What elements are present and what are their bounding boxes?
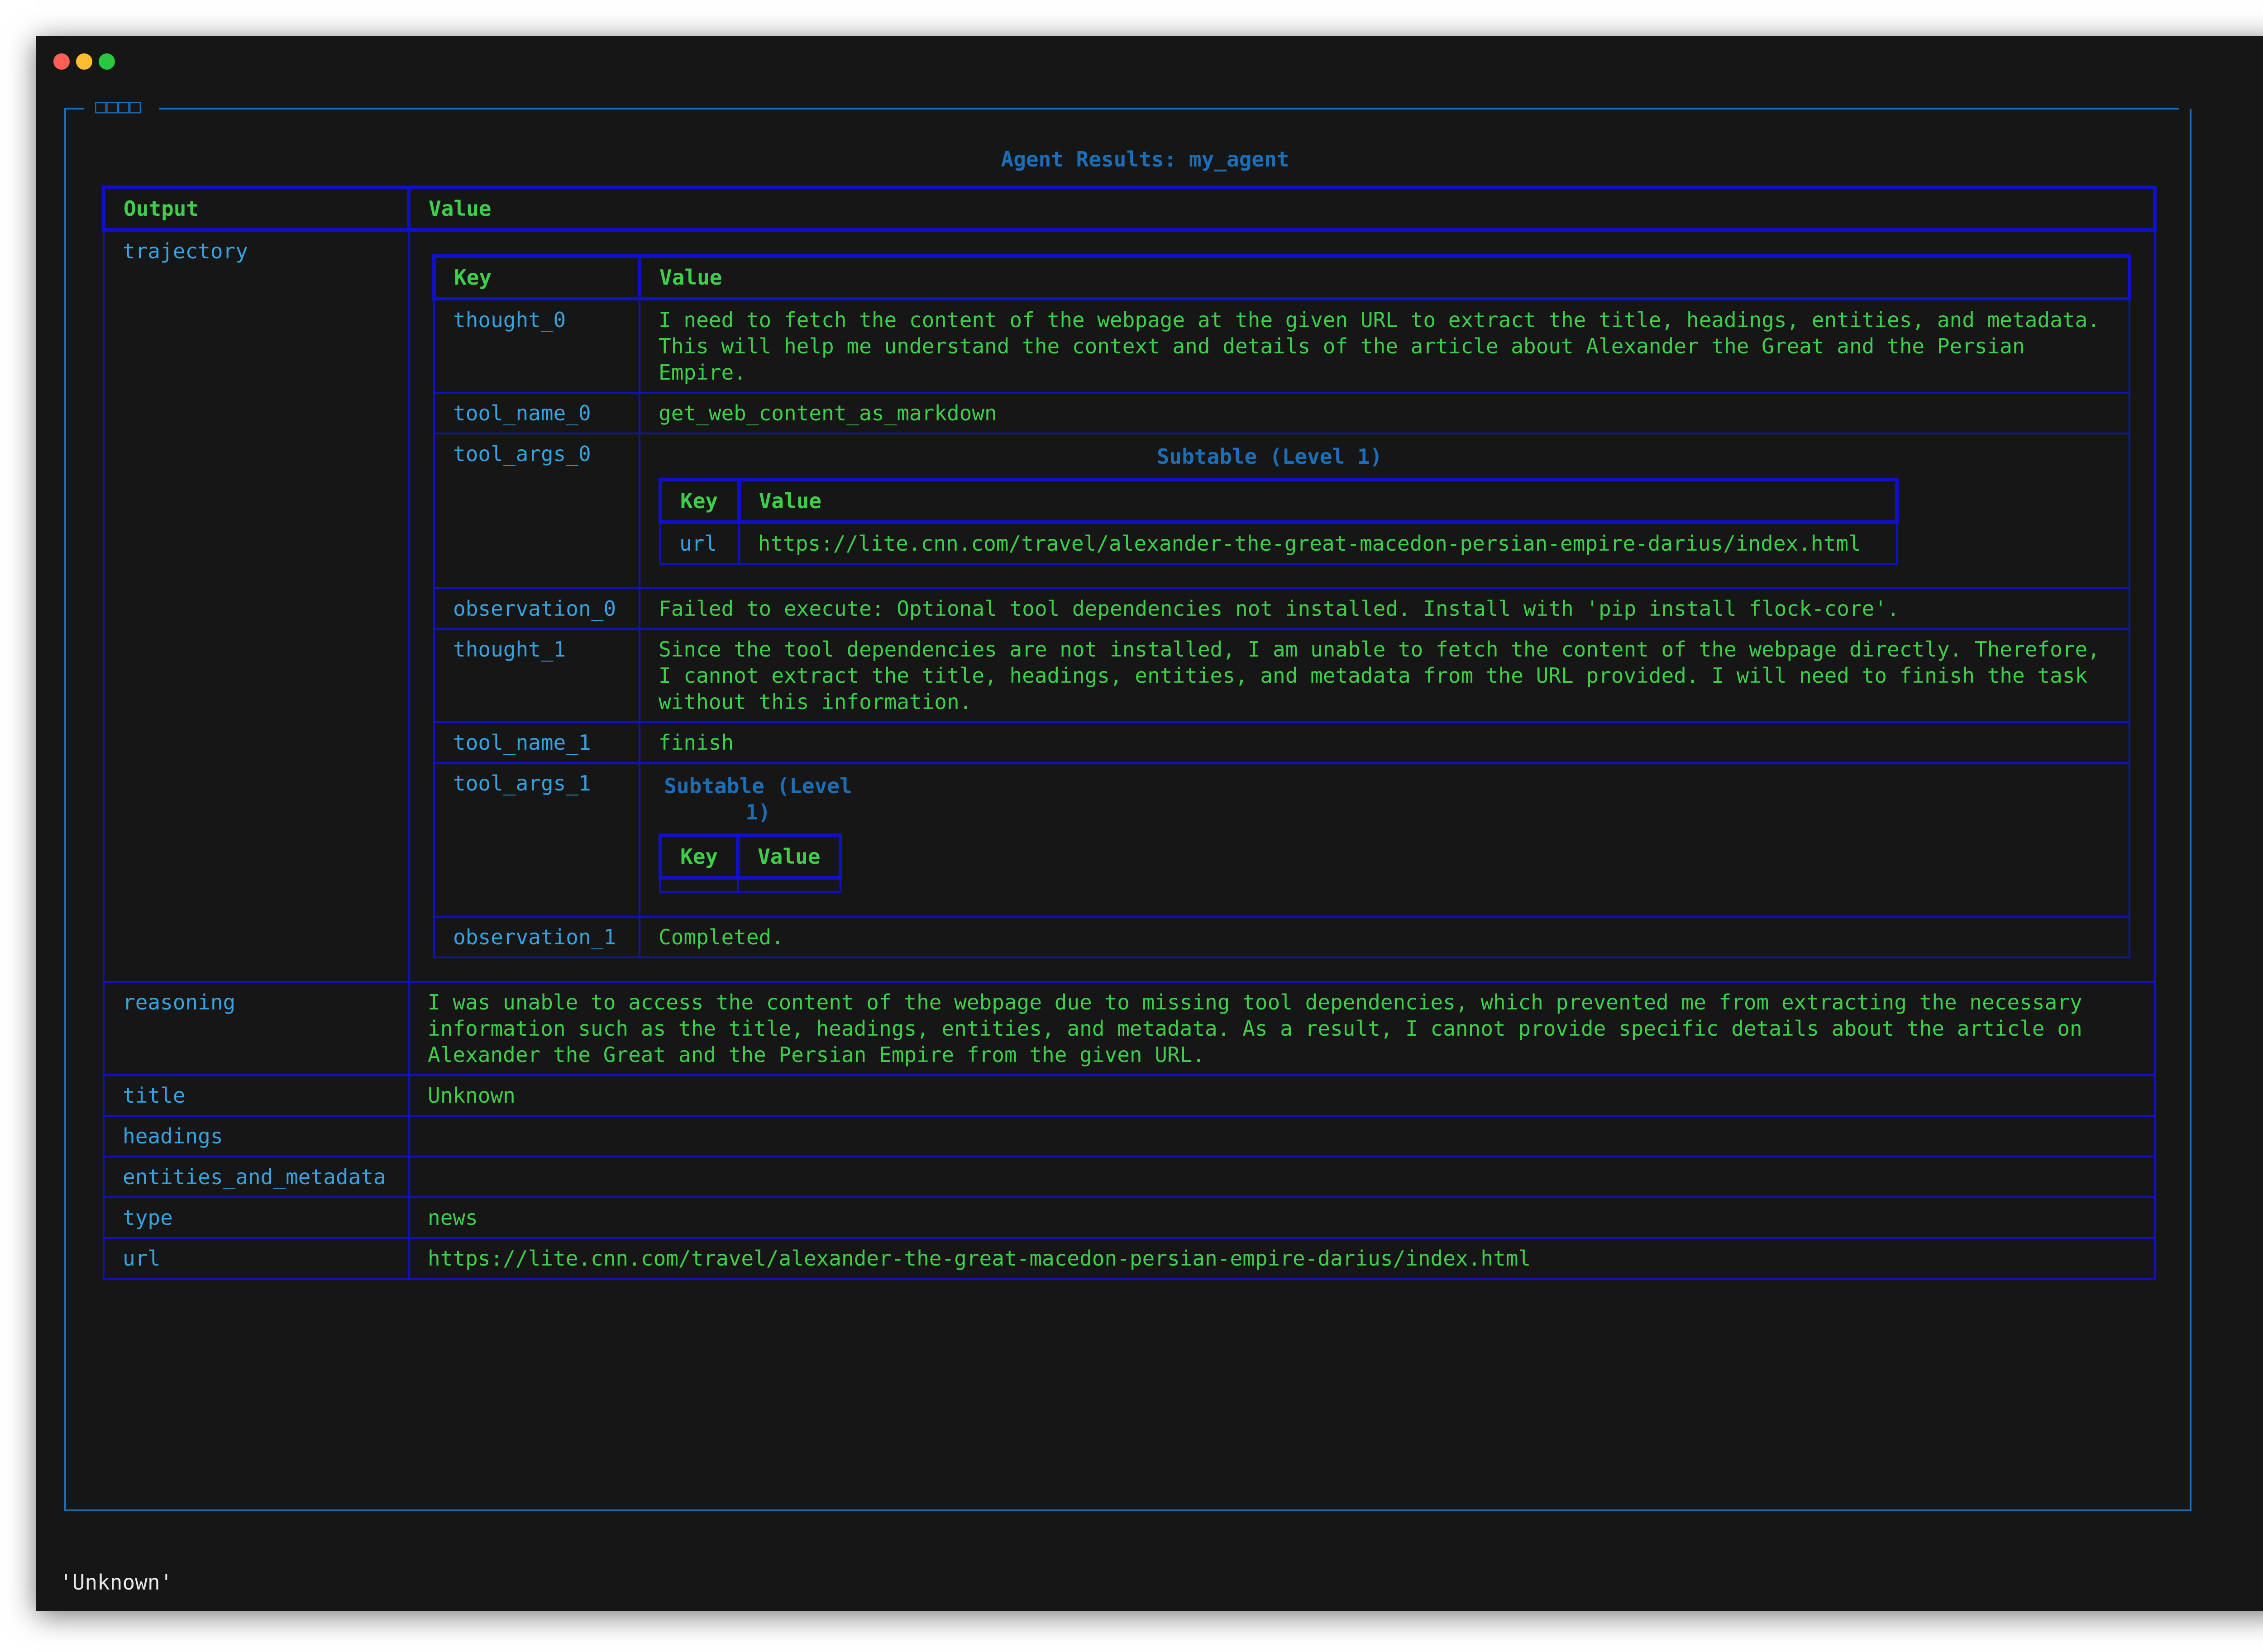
subtable-value-url[interactable]: https://lite.cnn.com/travel/alexander-th… [738, 521, 1898, 565]
trajectory-header-row: Key Value [432, 254, 2131, 300]
table-row: thought_0 I need to fetch the content of… [433, 298, 2130, 394]
results-table: Output Value trajectory Key Value though… [102, 186, 2157, 1280]
key-tool-args-0: tool_args_0 [433, 433, 640, 589]
agent-results-title: Agent Results: my_agent [1001, 147, 1289, 171]
row-value-url[interactable]: https://lite.cnn.com/travel/alexander-th… [408, 1237, 2156, 1280]
key-thought-0: thought_0 [433, 298, 640, 394]
subtable-header-row: Key Value [658, 833, 842, 880]
row-value-entities-and-metadata [408, 1156, 2156, 1198]
row-value-title: Unknown [408, 1074, 2156, 1117]
row-value-headings [408, 1115, 2156, 1157]
row-key-headings: headings [103, 1115, 410, 1157]
value-tool-name-1: finish [639, 721, 2130, 764]
subtable-title: Subtable (Level 1) [1156, 444, 1383, 469]
key-tool-args-1: tool_args_1 [433, 762, 640, 918]
table-row: title Unknown [103, 1074, 2156, 1117]
table-header-row: Output Value [102, 186, 2157, 232]
table-row: observation_1 Completed. [433, 916, 2130, 958]
trajectory-header-key: Key [432, 254, 641, 300]
table-row: trajectory Key Value thought_0 I need to… [103, 229, 2156, 983]
trajectory-header-value: Value [638, 254, 2131, 300]
trajectory-cell: Key Value thought_0 I need to fetch the … [408, 229, 2156, 983]
window-controls [53, 53, 115, 70]
header-value: Value [407, 186, 2157, 232]
subtable-title-2: Subtable (Level 1) [664, 774, 852, 824]
minimize-button[interactable] [76, 53, 92, 70]
table-row: url https://lite.cnn.com/travel/alexande… [659, 521, 1898, 565]
subtable-header-value: Value [736, 833, 842, 880]
key-tool-name-0: tool_name_0 [433, 392, 640, 434]
value-observation-0: Failed to execute: Optional tool depende… [639, 587, 2130, 630]
value-tool-args-1: Subtable (Level 1) Key Value [639, 762, 2130, 918]
table-row: tool_name_0 get_web_content_as_markdown [433, 392, 2130, 434]
subtable-empty-value [737, 877, 841, 893]
row-key-trajectory: trajectory [103, 229, 410, 983]
table-row: tool_args_0 Subtable (Level 1) Key Value [433, 433, 2130, 589]
subtable-header-key: Key [659, 478, 741, 524]
table-row: tool_args_1 Subtable (Level 1) Key Value [433, 762, 2130, 918]
close-button[interactable] [53, 53, 70, 70]
table-row: headings [103, 1115, 2156, 1157]
terminal-window: □□□□ Agent Results: my_agent Output Valu… [36, 36, 2263, 1611]
value-tool-args-0: Subtable (Level 1) Key Value url https:/… [639, 433, 2130, 589]
maximize-button[interactable] [99, 53, 115, 70]
key-tool-name-1: tool_name_1 [433, 721, 640, 764]
output-return-value: 'Unknown' [60, 1570, 173, 1595]
subtable: Key Value url https://lite.cnn.com/trave… [659, 478, 1899, 565]
row-value-reasoning: I was unable to access the content of th… [408, 981, 2156, 1076]
header-output: Output [102, 186, 411, 232]
row-key-type: type [103, 1196, 410, 1239]
table-row: type news [103, 1196, 2156, 1239]
table-row: url https://lite.cnn.com/travel/alexande… [103, 1237, 2156, 1280]
row-key-reasoning: reasoning [103, 981, 410, 1076]
value-thought-0: I need to fetch the content of the webpa… [639, 298, 2130, 394]
value-tool-name-0: get_web_content_as_markdown [639, 392, 2130, 434]
key-thought-1: thought_1 [433, 628, 640, 723]
subtable-header-key: Key [658, 833, 740, 880]
row-value-type: news [408, 1196, 2156, 1239]
subtable-empty-row [659, 877, 841, 893]
row-key-url: url [103, 1237, 410, 1280]
table-row: observation_0 Failed to execute: Optiona… [433, 587, 2130, 630]
table-row: tool_name_1 finish [433, 721, 2130, 764]
key-observation-0: observation_0 [433, 587, 640, 630]
subtable-empty: Key Value [658, 833, 842, 893]
value-observation-1: Completed. [639, 916, 2130, 958]
subtable-header-value: Value [737, 478, 1899, 524]
subtable-key-url: url [659, 521, 740, 565]
table-row: entities_and_metadata [103, 1156, 2156, 1198]
subtable-empty-key [659, 877, 739, 893]
trajectory-table: Key Value thought_0 I need to fetch the … [432, 254, 2131, 958]
table-row: reasoning I was unable to access the con… [103, 981, 2156, 1076]
key-observation-1: observation_1 [433, 916, 640, 958]
subtable-header-row: Key Value [659, 478, 1899, 524]
table-row: thought_1 Since the tool dependencies ar… [433, 628, 2130, 723]
value-thought-1: Since the tool dependencies are not inst… [639, 628, 2130, 723]
row-key-entities-and-metadata: entities_and_metadata [103, 1156, 410, 1198]
row-key-title: title [103, 1074, 410, 1117]
